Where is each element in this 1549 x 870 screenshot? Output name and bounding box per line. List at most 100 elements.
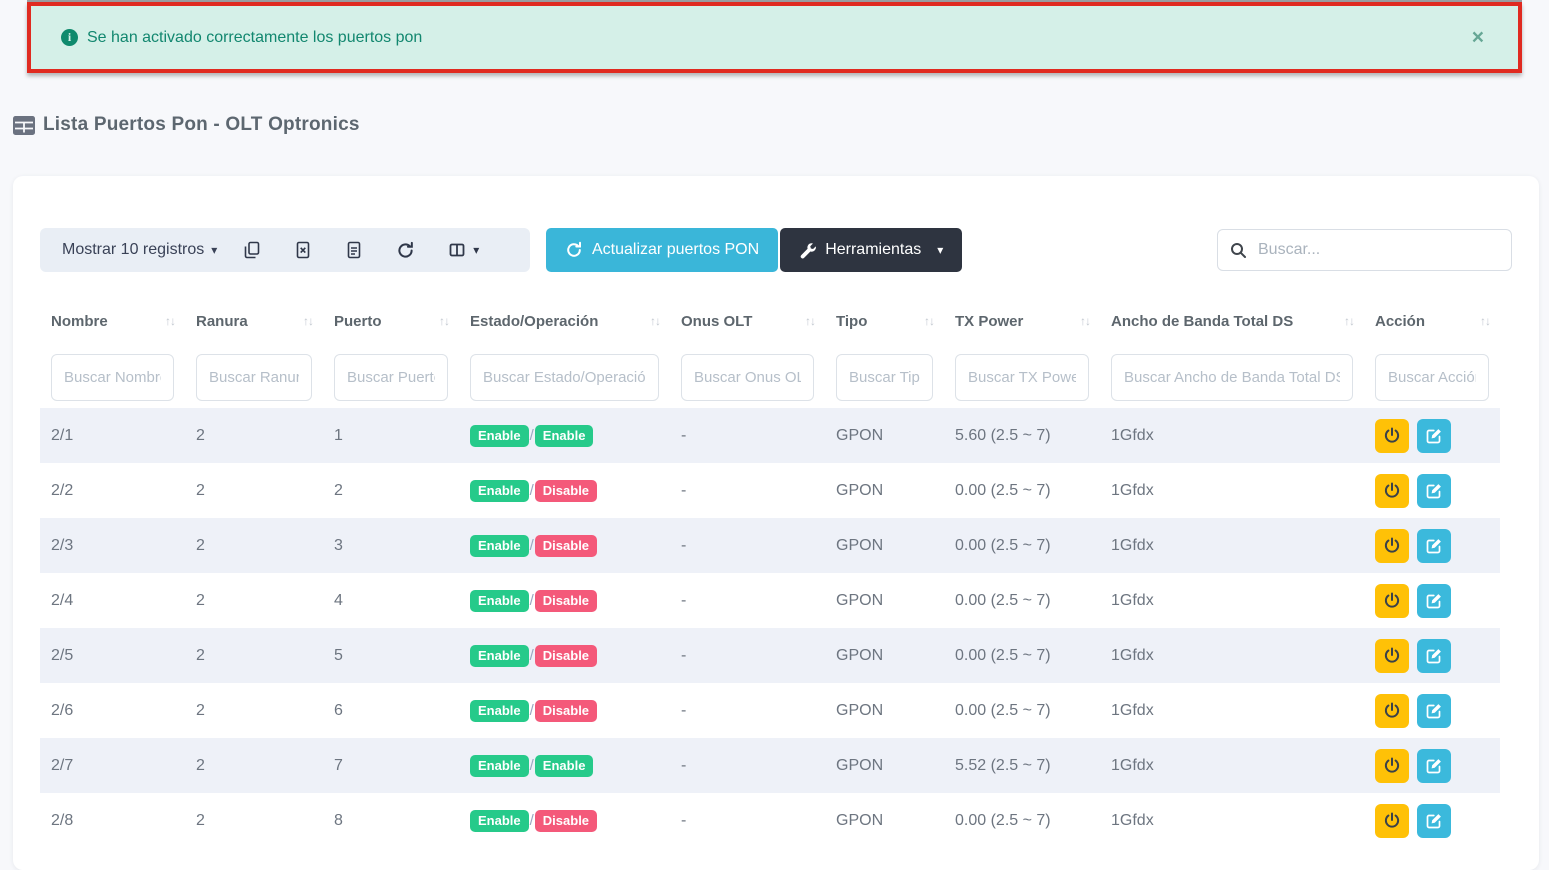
edit-button[interactable] <box>1417 584 1451 618</box>
power-toggle-button[interactable] <box>1375 419 1409 453</box>
pon-ports-table: Nombre ↑↓ Ranura ↑↓ Puerto ↑↓ Estado/Ope… <box>40 296 1500 848</box>
sort-icon[interactable]: ↑↓ <box>165 314 175 328</box>
filter-onus-olt-input[interactable] <box>681 354 814 401</box>
file-export-icon[interactable] <box>345 241 363 259</box>
power-toggle-button[interactable] <box>1375 804 1409 838</box>
cell-puerto: 4 <box>323 592 459 610</box>
show-entries-group: Mostrar 10 registros ▾ <box>40 228 530 272</box>
filter-nombre-input[interactable] <box>51 354 174 401</box>
table-card: Mostrar 10 registros ▾ <box>13 176 1539 870</box>
table-row: 2/1 2 1 Enable/Enable - GPON 5.60 (2.5 ~… <box>40 408 1500 463</box>
edit-button[interactable] <box>1417 529 1451 563</box>
cell-nombre: 2/3 <box>40 537 185 555</box>
cell-accion <box>1364 804 1500 838</box>
column-header-tx-power[interactable]: TX Power ↑↓ <box>944 313 1100 330</box>
chevron-down-icon: ▾ <box>937 243 943 257</box>
column-header-ancho-banda[interactable]: Ancho de Banda Total DS ↑↓ <box>1100 313 1364 330</box>
sort-icon[interactable]: ↑↓ <box>1344 314 1354 328</box>
column-header-nombre[interactable]: Nombre ↑↓ <box>40 313 185 330</box>
sort-icon[interactable]: ↑↓ <box>1080 314 1090 328</box>
excel-export-icon[interactable] <box>294 241 312 259</box>
cell-estado-operacion: Enable/Disable <box>459 480 670 502</box>
show-entries-dropdown[interactable]: Mostrar 10 registros <box>62 241 204 259</box>
edit-button[interactable] <box>1417 694 1451 728</box>
column-header-ranura[interactable]: Ranura ↑↓ <box>185 313 323 330</box>
cell-onus-olt: - <box>670 482 825 500</box>
cell-accion <box>1364 639 1500 673</box>
sort-icon[interactable]: ↑↓ <box>650 314 660 328</box>
sort-icon[interactable]: ↑↓ <box>1480 314 1490 328</box>
cell-nombre: 2/5 <box>40 647 185 665</box>
copy-icon[interactable] <box>243 241 261 259</box>
cell-nombre: 2/6 <box>40 702 185 720</box>
cell-onus-olt: - <box>670 592 825 610</box>
power-toggle-button[interactable] <box>1375 529 1409 563</box>
cell-ancho-banda: 1Gfdx <box>1100 427 1364 445</box>
estado-badge: Enable <box>470 645 529 667</box>
cell-tx-power: 0.00 (2.5 ~ 7) <box>944 812 1100 830</box>
column-header-estado-operacion[interactable]: Estado/Operación ↑↓ <box>459 313 670 330</box>
cell-estado-operacion: Enable/Disable <box>459 810 670 832</box>
page-title-row: Lista Puertos Pon - OLT Optronics <box>13 114 360 136</box>
tools-dropdown-button[interactable]: Herramientas ▾ <box>780 228 962 272</box>
sort-icon[interactable]: ↑↓ <box>303 314 313 328</box>
toolbar: Mostrar 10 registros ▾ <box>40 228 1512 272</box>
edit-button[interactable] <box>1417 639 1451 673</box>
operacion-badge: Enable <box>535 425 594 447</box>
edit-button[interactable] <box>1417 749 1451 783</box>
column-header-puerto[interactable]: Puerto ↑↓ <box>323 313 459 330</box>
filter-tx-power-input[interactable] <box>955 354 1089 401</box>
sort-icon[interactable]: ↑↓ <box>805 314 815 328</box>
edit-button[interactable] <box>1417 474 1451 508</box>
estado-badge: Enable <box>470 480 529 502</box>
cell-accion <box>1364 694 1500 728</box>
filter-ranura-input[interactable] <box>196 354 312 401</box>
table-row: 2/6 2 6 Enable/Disable - GPON 0.00 (2.5 … <box>40 683 1500 738</box>
column-header-onus-olt[interactable]: Onus OLT ↑↓ <box>670 313 825 330</box>
cell-puerto: 3 <box>323 537 459 555</box>
tools-dropdown-label: Herramientas <box>825 241 921 259</box>
badge-separator: / <box>530 427 534 444</box>
power-toggle-button[interactable] <box>1375 694 1409 728</box>
cell-ancho-banda: 1Gfdx <box>1100 812 1364 830</box>
cell-estado-operacion: Enable/Enable <box>459 755 670 777</box>
alert-annotation-box: i Se han activado correctamente los puer… <box>27 2 1522 73</box>
cell-onus-olt: - <box>670 757 825 775</box>
power-toggle-button[interactable] <box>1375 474 1409 508</box>
column-header-tipo[interactable]: Tipo ↑↓ <box>825 313 944 330</box>
search-input[interactable] <box>1258 241 1499 259</box>
power-toggle-button[interactable] <box>1375 584 1409 618</box>
chevron-down-icon: ▾ <box>211 243 217 257</box>
power-toggle-button[interactable] <box>1375 749 1409 783</box>
cell-nombre: 2/8 <box>40 812 185 830</box>
power-toggle-button[interactable] <box>1375 639 1409 673</box>
cell-ranura: 2 <box>185 812 323 830</box>
column-header-accion[interactable]: Acción ↑↓ <box>1364 313 1500 330</box>
filter-puerto-input[interactable] <box>334 354 448 401</box>
edit-button[interactable] <box>1417 419 1451 453</box>
cell-onus-olt: - <box>670 812 825 830</box>
filter-ancho-banda-input[interactable] <box>1111 354 1353 401</box>
refresh-icon[interactable] <box>396 241 415 260</box>
column-visibility-icon[interactable]: ▾ <box>448 241 479 259</box>
cell-tx-power: 5.60 (2.5 ~ 7) <box>944 427 1100 445</box>
wrench-icon <box>799 242 816 259</box>
table-row: 2/5 2 5 Enable/Disable - GPON 0.00 (2.5 … <box>40 628 1500 683</box>
cell-puerto: 1 <box>323 427 459 445</box>
alert-close-button[interactable]: × <box>1472 27 1484 48</box>
update-pon-ports-button[interactable]: Actualizar puertos PON <box>546 228 778 272</box>
cell-ancho-banda: 1Gfdx <box>1100 647 1364 665</box>
cell-ranura: 2 <box>185 702 323 720</box>
cell-tipo: GPON <box>825 647 944 665</box>
filter-tipo-input[interactable] <box>836 354 933 401</box>
cell-ancho-banda: 1Gfdx <box>1100 537 1364 555</box>
operacion-badge: Disable <box>535 590 597 612</box>
sort-icon[interactable]: ↑↓ <box>924 314 934 328</box>
table-body: 2/1 2 1 Enable/Enable - GPON 5.60 (2.5 ~… <box>40 408 1500 848</box>
cell-accion <box>1364 474 1500 508</box>
cell-ancho-banda: 1Gfdx <box>1100 757 1364 775</box>
sort-icon[interactable]: ↑↓ <box>439 314 449 328</box>
filter-accion-input[interactable] <box>1375 354 1489 401</box>
edit-button[interactable] <box>1417 804 1451 838</box>
filter-estado-operacion-input[interactable] <box>470 354 659 401</box>
